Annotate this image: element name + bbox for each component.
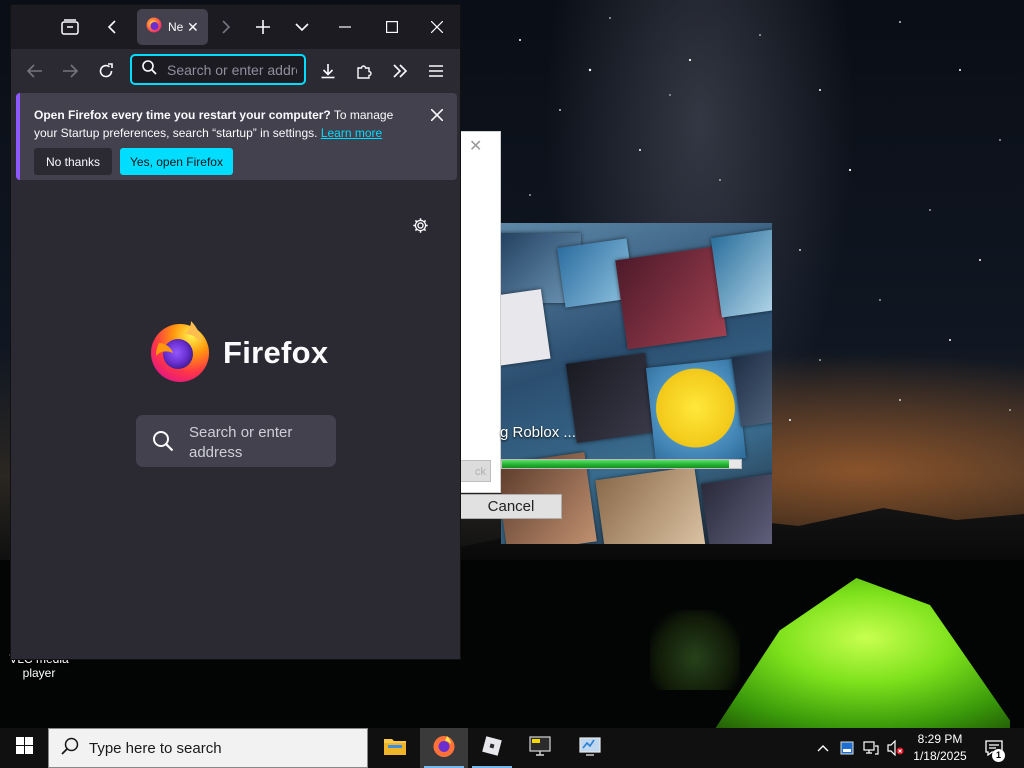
more-tools-icon[interactable] <box>384 55 416 87</box>
install-status-text: g Roblox ... <box>500 424 576 441</box>
app-taskbar-button[interactable] <box>516 728 564 768</box>
taskbar-search-placeholder: Type here to search <box>89 739 222 757</box>
notification-headline: Open Firefox every time you restart your… <box>34 108 331 122</box>
show-hidden-icons-chevron-icon[interactable] <box>812 728 834 768</box>
list-all-tabs-icon[interactable] <box>281 5 323 49</box>
action-center-icon[interactable] <box>980 728 1008 768</box>
minimize-icon[interactable] <box>324 5 366 49</box>
folder-icon <box>383 736 407 761</box>
url-input[interactable] <box>167 61 297 78</box>
maximize-icon[interactable] <box>371 5 413 49</box>
startup-notification-bar: Open Firefox every time you restart your… <box>16 93 457 180</box>
scroll-tabs-right-icon[interactable] <box>205 5 247 49</box>
system-clock[interactable]: 8:29 PM 1/18/2025 <box>906 731 974 765</box>
back-arrow-icon[interactable] <box>19 55 51 87</box>
search-icon <box>152 430 174 457</box>
scroll-tabs-left-icon[interactable] <box>91 5 133 49</box>
network-icon[interactable] <box>860 728 882 768</box>
home-search-label: Search or enter address <box>189 424 293 461</box>
install-progress-bar <box>501 459 742 469</box>
cancel-button[interactable]: Cancel <box>460 494 562 519</box>
navigation-toolbar <box>11 49 460 93</box>
downloads-icon[interactable] <box>312 55 344 87</box>
tab-new-tab[interactable]: Ne ✕ <box>137 9 208 45</box>
firefox-icon <box>432 734 456 763</box>
firefox-favicon-icon <box>146 17 162 38</box>
control-panel-icon <box>578 735 602 762</box>
tab-close-icon[interactable]: ✕ <box>187 19 199 36</box>
clock-date: 1/18/2025 <box>913 749 967 763</box>
firefox-wordmark: Firefox <box>223 334 329 370</box>
control-panel-taskbar-button[interactable] <box>566 728 614 768</box>
no-thanks-button[interactable]: No thanks <box>34 148 112 175</box>
monitor-icon <box>528 735 552 762</box>
firefox-logo: Firefox <box>147 317 328 388</box>
splash-tile <box>565 352 657 444</box>
forward-arrow-icon[interactable] <box>54 55 86 87</box>
reload-icon[interactable] <box>90 55 122 87</box>
taskbar-search-box[interactable]: Type here to search <box>48 728 368 768</box>
file-explorer-taskbar-button[interactable] <box>371 728 419 768</box>
notification-count-badge: 1 <box>992 749 1005 762</box>
back-button: ck <box>457 460 491 482</box>
progress-fill <box>502 460 730 468</box>
splash-tile <box>700 472 772 544</box>
notification-close-icon[interactable] <box>425 103 449 127</box>
windows-logo-icon <box>15 737 33 759</box>
taskbar: Type here to search 8:29 PM 1/18/2025 1 <box>0 728 1024 768</box>
new-tab-icon[interactable] <box>242 5 284 49</box>
spongebob-tile <box>646 358 746 468</box>
splash-tile <box>710 228 772 318</box>
address-bar[interactable] <box>130 54 306 85</box>
extensions-icon[interactable] <box>348 55 380 87</box>
volume-muted-icon[interactable] <box>884 728 906 768</box>
yes-open-firefox-button[interactable]: Yes, open Firefox <box>120 148 233 175</box>
firefox-window: Ne ✕ Search or enter address Open Firefo… <box>10 4 461 660</box>
search-icon <box>61 737 79 760</box>
firefox-taskbar-button[interactable] <box>420 728 468 768</box>
splash-tile <box>615 246 727 350</box>
notification-message: Open Firefox every time you restart your… <box>34 106 404 142</box>
close-window-icon[interactable] <box>416 5 458 49</box>
gear-icon[interactable] <box>409 214 431 236</box>
tray-app-icon[interactable] <box>836 728 858 768</box>
close-icon[interactable]: ✕ <box>469 136 482 156</box>
search-icon <box>142 59 157 80</box>
splash-tile <box>595 466 707 544</box>
roblox-dialog-window: ✕ ck <box>457 131 501 493</box>
app-menu-icon[interactable] <box>420 55 452 87</box>
firefox-titlebar: Ne ✕ <box>11 5 460 49</box>
firefox-logo-icon <box>147 317 213 388</box>
clock-time: 8:29 PM <box>917 732 963 746</box>
firefox-view-icon[interactable] <box>49 5 91 49</box>
tab-title: Ne <box>168 20 184 34</box>
roblox-taskbar-button[interactable] <box>468 728 516 768</box>
roblox-icon <box>481 735 503 762</box>
grass-shrub <box>650 610 740 690</box>
learn-more-link[interactable]: Learn more <box>321 126 382 140</box>
start-button[interactable] <box>0 728 48 768</box>
home-search-box[interactable]: Search or enter address <box>136 415 336 467</box>
